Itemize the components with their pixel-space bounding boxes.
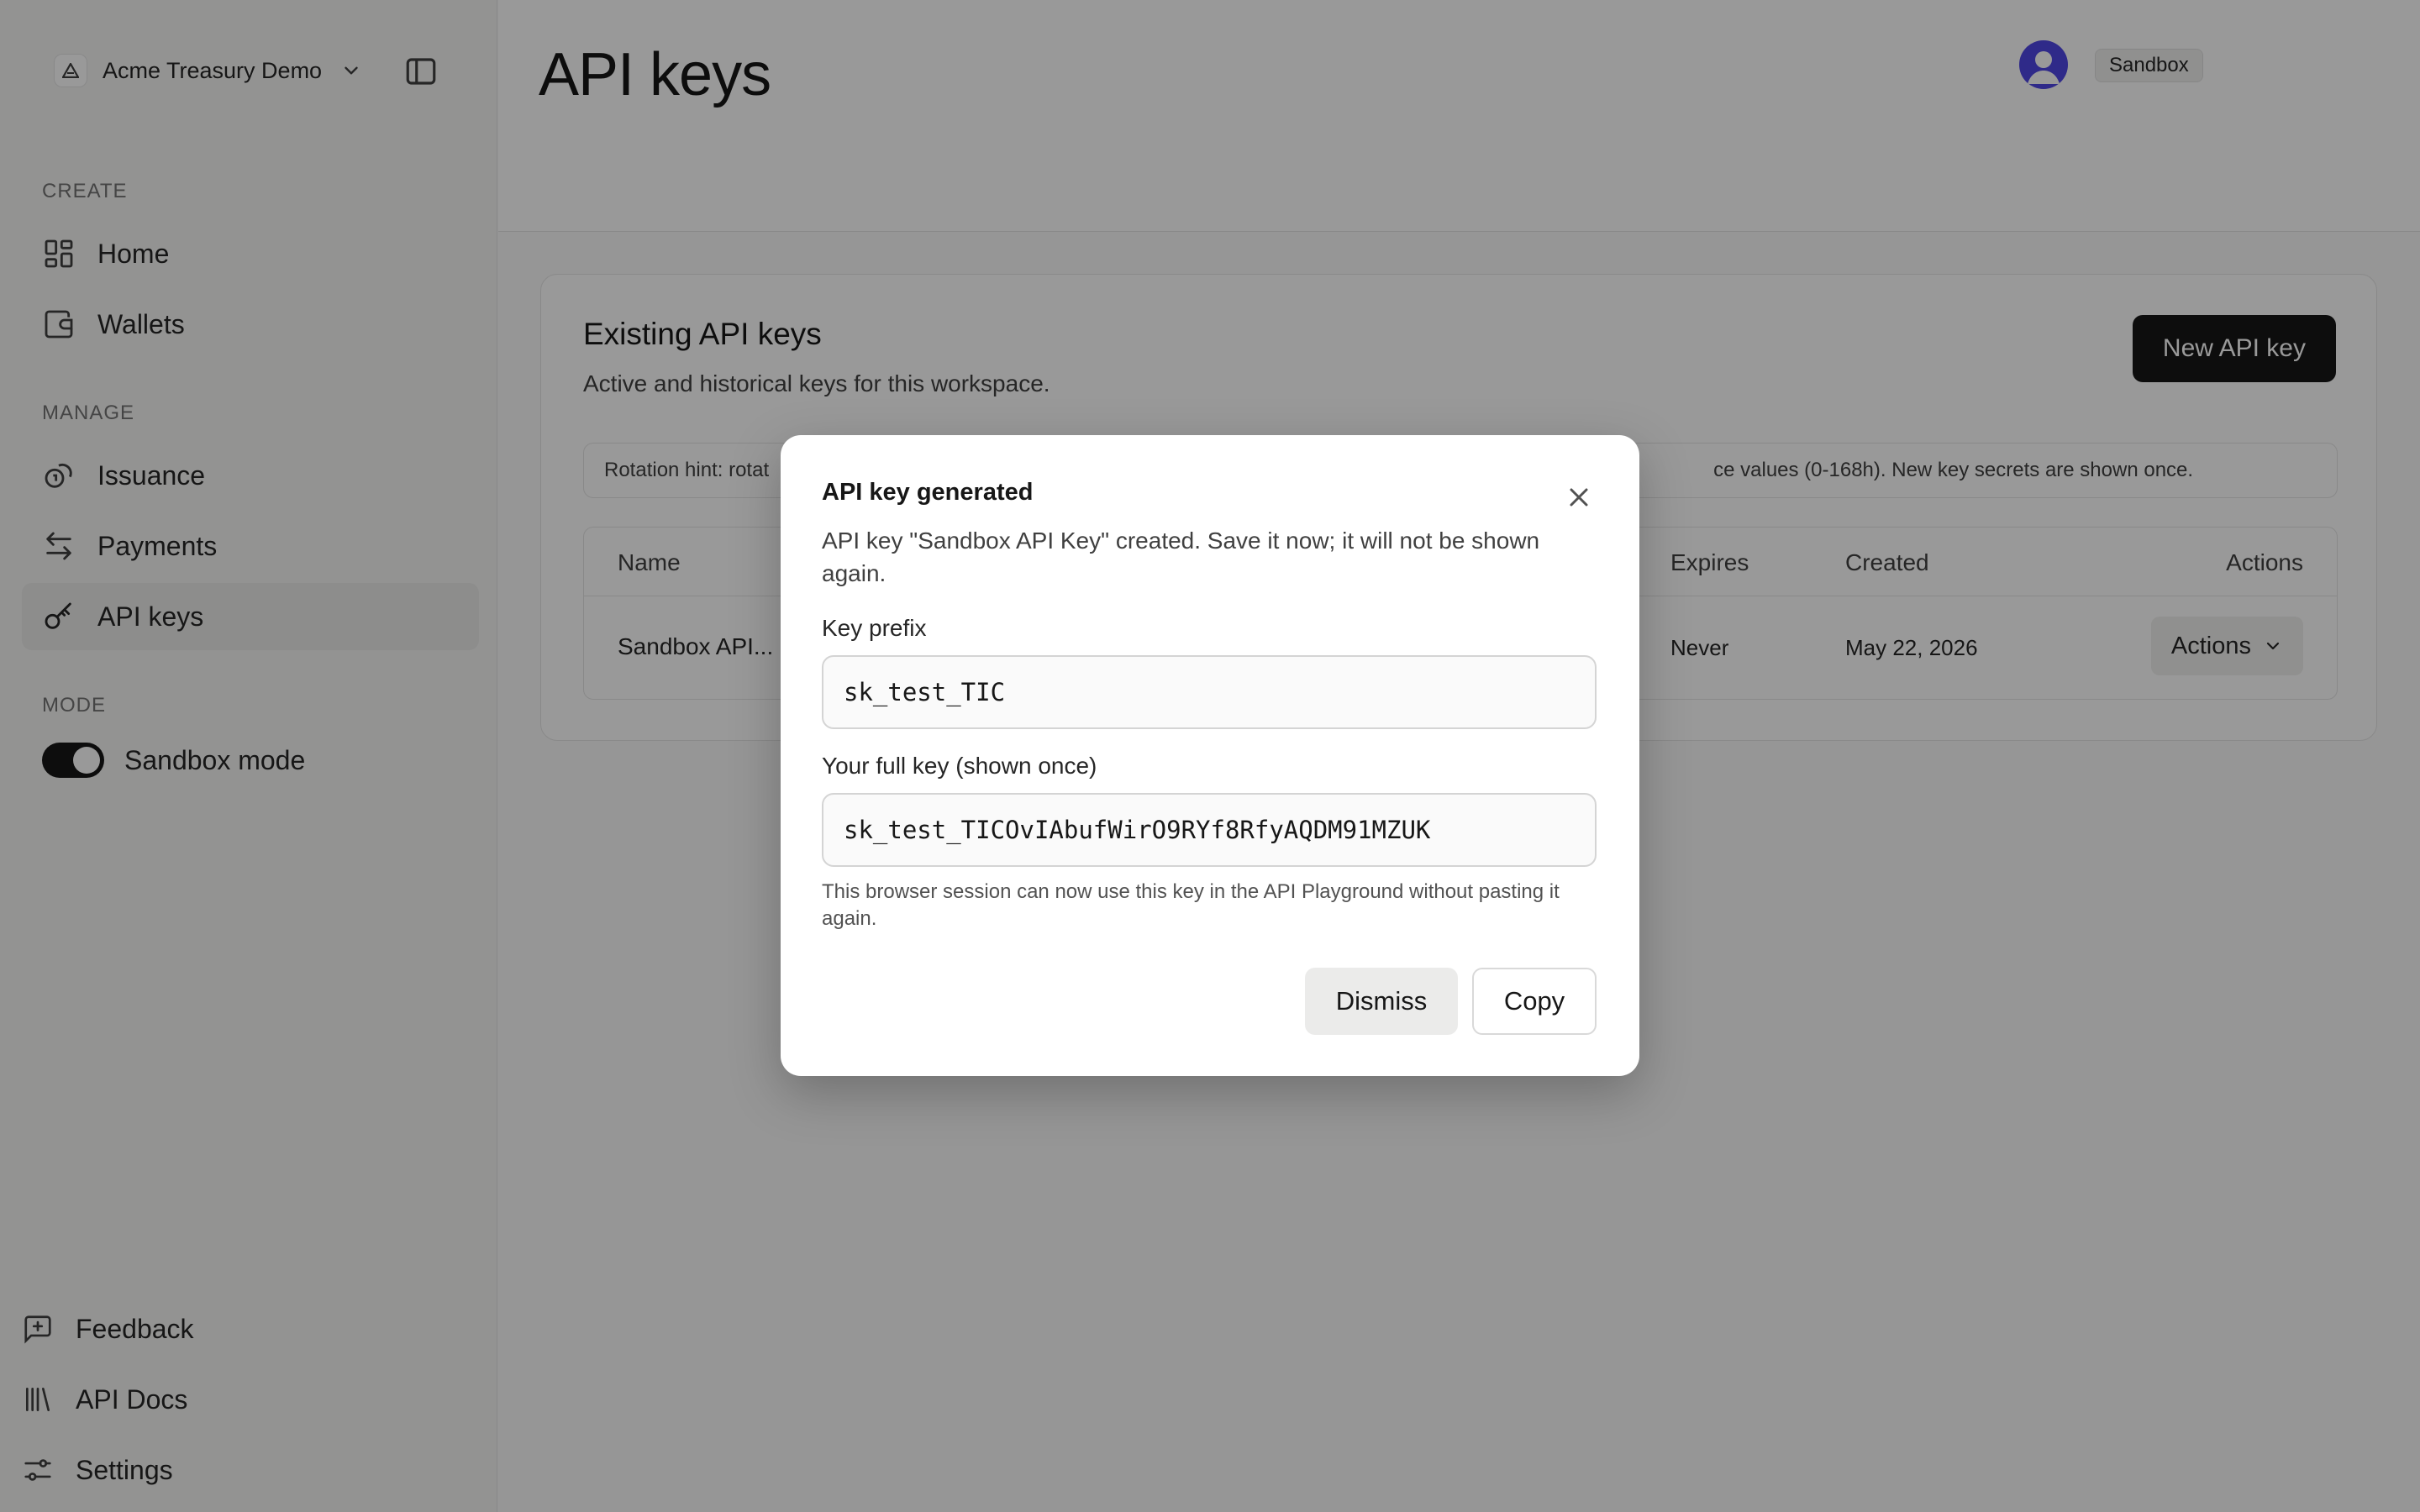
- dismiss-button[interactable]: Dismiss: [1305, 968, 1458, 1035]
- dialog-description: API key "Sandbox API Key" created. Save …: [822, 528, 1540, 586]
- full-key-field[interactable]: sk_test_TICOvIAbufWirO9RYf8RfyAQDM91MZUK: [822, 793, 1597, 867]
- key-prefix-field[interactable]: sk_test_TIC: [822, 655, 1597, 729]
- copy-button[interactable]: Copy: [1472, 968, 1597, 1035]
- api-key-generated-dialog: API key generated API key "Sandbox API K…: [781, 435, 1639, 1076]
- full-key-label: Your full key (shown once): [822, 753, 1097, 779]
- playground-help-text: This browser session can now use this ke…: [822, 880, 1560, 930]
- close-icon[interactable]: [1564, 482, 1594, 512]
- key-prefix-label: Key prefix: [822, 615, 927, 641]
- dialog-title: API key generated: [822, 479, 1034, 506]
